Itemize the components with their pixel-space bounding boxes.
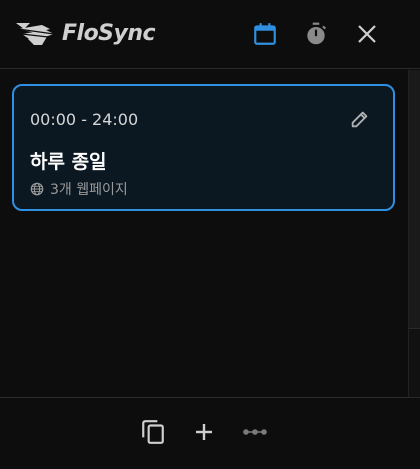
schedule-title: 하루 종일 <box>30 151 107 173</box>
scrollbar-thumb[interactable] <box>409 70 420 329</box>
schedule-time: 00:00 - 24:00 <box>30 110 139 129</box>
schedule-webpage-count: 3개 웹페이지 <box>50 182 128 198</box>
close-icon[interactable] <box>353 20 381 48</box>
app-header: FloSync <box>0 0 420 69</box>
add-icon[interactable] <box>190 418 218 446</box>
calendar-icon[interactable] <box>251 20 279 48</box>
timer-icon[interactable] <box>302 20 330 48</box>
brand-name: FloSync <box>62 20 156 46</box>
app-logo: FloSync <box>14 16 156 50</box>
globe-icon <box>30 182 44 196</box>
edit-icon[interactable] <box>347 106 373 132</box>
schedule-meta: 3개 웹페이지 <box>30 179 128 199</box>
scrollbar[interactable] <box>408 70 420 397</box>
schedule-list: 00:00 - 24:00 하루 종일 3개 웹페이지 <box>0 70 408 397</box>
more-icon[interactable] <box>241 418 269 446</box>
schedule-card[interactable]: 00:00 - 24:00 하루 종일 3개 웹페이지 <box>12 84 395 211</box>
flosync-logo-icon <box>16 23 55 45</box>
app-footer <box>0 397 420 469</box>
copy-icon[interactable] <box>139 418 167 446</box>
